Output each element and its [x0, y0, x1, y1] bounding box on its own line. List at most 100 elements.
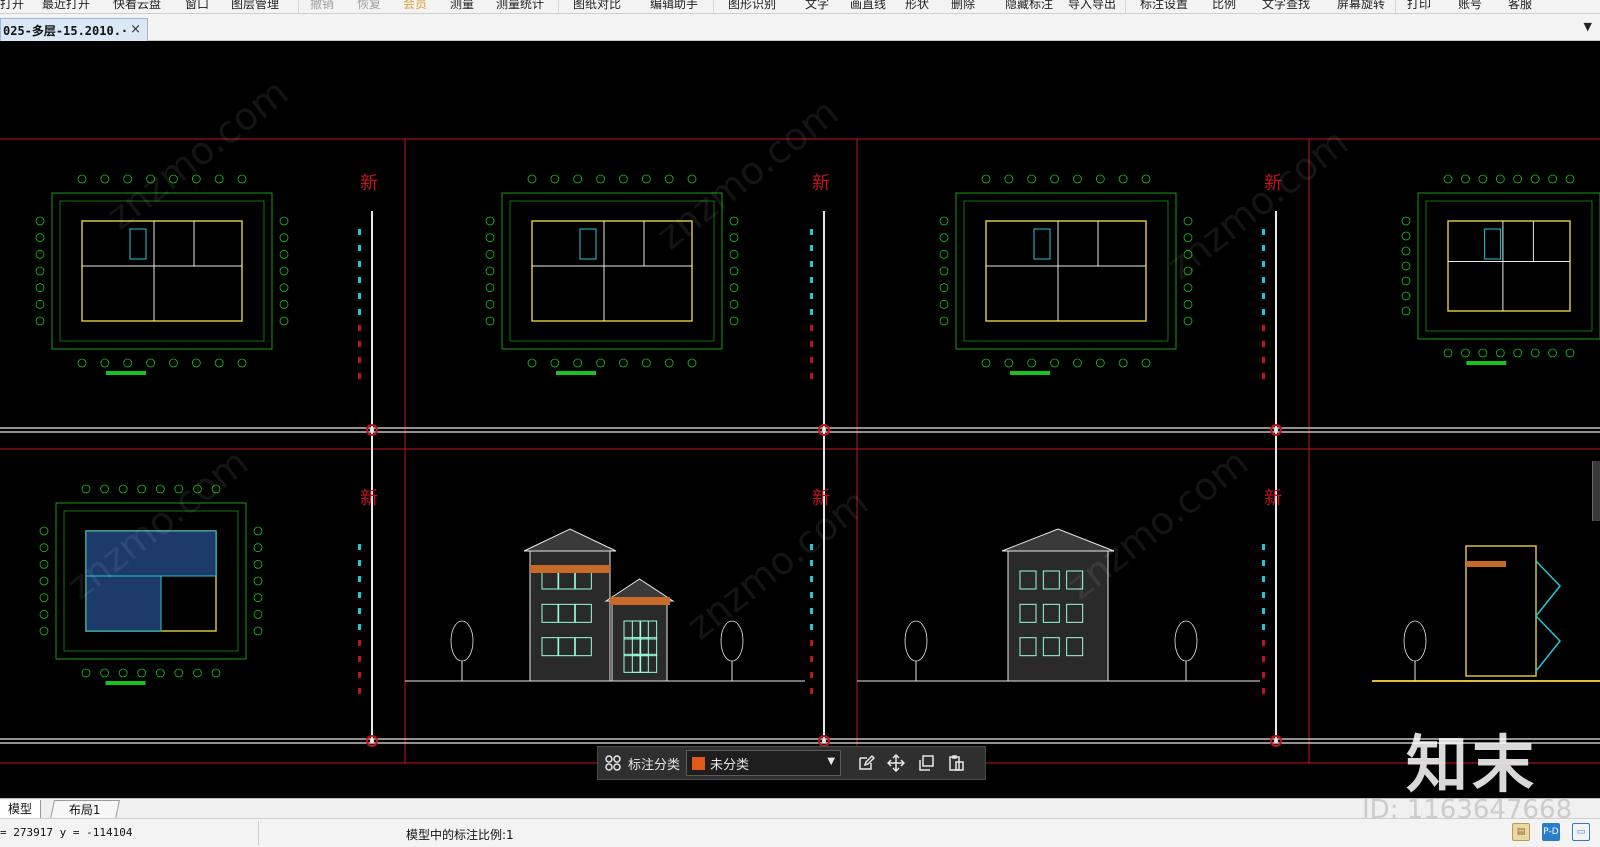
menu-item[interactable]: 撤销 [310, 0, 334, 12]
menu-item[interactable]: 图形识别 [728, 0, 776, 12]
building-roof [523, 528, 617, 552]
axis-bubble [193, 668, 202, 678]
menu-item[interactable]: 导入导出 [1068, 0, 1116, 12]
menu-item[interactable]: 文字查找 [1262, 0, 1310, 12]
menu-item[interactable]: 文字 [805, 0, 829, 12]
menu-item[interactable]: 标注设置 [1140, 0, 1188, 12]
menu-item[interactable]: 屏幕旋转 [1337, 0, 1385, 12]
edit-icon[interactable] [851, 748, 881, 778]
text-column-glyph [1262, 293, 1265, 299]
text-column-glyph [358, 576, 361, 582]
text-column-glyph [810, 325, 813, 331]
text-column-glyph [358, 261, 361, 267]
layout-tab-bar: 模型 布局1 [0, 798, 1600, 819]
axis-bubble [100, 668, 109, 678]
annotation-category-value: 未分类 [710, 757, 750, 773]
text-column-glyph [358, 325, 361, 331]
status-bar: = 273917 y = -114104 模型中的标注比例:1 ▤ P-D ▭ [0, 818, 1600, 847]
menu-item[interactable]: 测量统计 [496, 0, 544, 12]
drawing-canvas[interactable]: 新新新新新新 znzmo.com znzmo.com znzmo.com znzmo.c… [0, 41, 1600, 798]
document-tab[interactable]: 025-多层-15.2010.· × [0, 18, 148, 41]
axis-bubble [1073, 174, 1082, 184]
menu-item[interactable]: 最近打开 [42, 0, 90, 12]
status-icon-group: ▤ P-D ▭ [1512, 823, 1590, 841]
tab-layout1[interactable]: 布局1 [49, 800, 121, 819]
axis-bubble [687, 358, 697, 368]
axis-bubble [1401, 246, 1411, 256]
axis-bubble [35, 266, 45, 276]
text-column-glyph [810, 373, 813, 379]
scroll-handle[interactable] [1592, 461, 1600, 521]
axis-bubble [39, 609, 49, 619]
axis-bubble [237, 358, 247, 368]
pd-icon[interactable]: P-D [1542, 823, 1560, 841]
text-column-glyph [1262, 656, 1265, 662]
paste-icon[interactable] [941, 748, 971, 778]
axis-bubble [729, 283, 739, 293]
axis-bubble [1548, 348, 1557, 358]
axis-bubble [1004, 174, 1014, 184]
axis-bubble [39, 626, 49, 636]
text-column-glyph [810, 624, 813, 630]
menu-item[interactable]: 图层管理 [231, 0, 279, 12]
text-column-glyph [1262, 261, 1265, 267]
axis-bubble [729, 249, 739, 259]
close-icon[interactable]: × [130, 22, 141, 37]
axis-bubble [1183, 216, 1193, 226]
axis-bubble [641, 174, 651, 184]
axis-bubble [1513, 348, 1523, 358]
grid-icon[interactable] [598, 748, 628, 778]
tree [1403, 620, 1427, 662]
axis-bubble [100, 484, 109, 494]
move-icon[interactable] [881, 748, 911, 778]
menu-item[interactable]: 会员 [403, 0, 427, 12]
text-column-glyph [1262, 341, 1265, 347]
copy-icon[interactable] [911, 748, 941, 778]
menu-item[interactable]: 图纸对比 [573, 0, 621, 12]
axis-bubble [1461, 174, 1470, 184]
caret-down-icon: ▼ [827, 756, 836, 767]
chevron-down-icon[interactable]: ▼ [1584, 20, 1592, 33]
axis-bubble [1495, 348, 1505, 358]
axis-bubble [137, 668, 147, 678]
text-column-glyph [810, 656, 813, 662]
axis-bubble [1565, 348, 1575, 358]
axis-bubble [77, 358, 87, 368]
document-icon[interactable]: ▤ [1512, 823, 1530, 841]
menu-separator [558, 0, 559, 13]
axis-bubble [619, 174, 628, 184]
axis-bubble [1478, 348, 1488, 358]
menu-item[interactable]: 快看云盘 [113, 0, 161, 12]
text-column-glyph [810, 672, 813, 678]
menu-item[interactable]: 打印 [1407, 0, 1431, 12]
menu-item[interactable]: 比例 [1212, 0, 1236, 12]
menu-item[interactable]: 打开 [0, 0, 24, 12]
axis-bubble [1443, 174, 1453, 184]
menu-item[interactable]: 客服 [1508, 0, 1532, 12]
menu-item[interactable]: 形状 [905, 0, 929, 12]
menu-item[interactable]: 账号 [1458, 0, 1482, 12]
axis-bubble [123, 358, 133, 368]
text-column-glyph [810, 341, 813, 347]
plan-caption [106, 371, 146, 375]
text-column-glyph [1262, 544, 1265, 550]
text-column-glyph [358, 672, 361, 678]
menu-item[interactable]: 删除 [951, 0, 975, 12]
axis-bubble [1565, 174, 1575, 184]
menu-item[interactable]: 隐藏标注 [1005, 0, 1053, 12]
menu-item[interactable]: 画直线 [850, 0, 886, 12]
window-icon[interactable]: ▭ [1572, 823, 1590, 841]
annotation-category-select[interactable]: 未分类 ▼ [686, 750, 842, 776]
menu-bar: 打开 最近打开 快看云盘 窗口 图层管理 撤销 恢复 会员 测量 测量统计 图纸对比 编辑助手 图形识别… [0, 0, 1600, 14]
tab-model[interactable]: 模型 [0, 800, 42, 819]
text-column-glyph [1262, 309, 1265, 315]
menu-item[interactable]: 测量 [450, 0, 474, 12]
wall-outline [985, 220, 1147, 322]
menu-item[interactable]: 恢复 [357, 0, 381, 12]
menu-item[interactable]: 编辑助手 [650, 0, 698, 12]
axis-bubble [35, 233, 45, 243]
axis-bubble [939, 266, 949, 276]
text-column-glyph [358, 608, 361, 614]
axis-bubble [939, 283, 949, 293]
menu-item[interactable]: 窗口 [185, 0, 209, 12]
